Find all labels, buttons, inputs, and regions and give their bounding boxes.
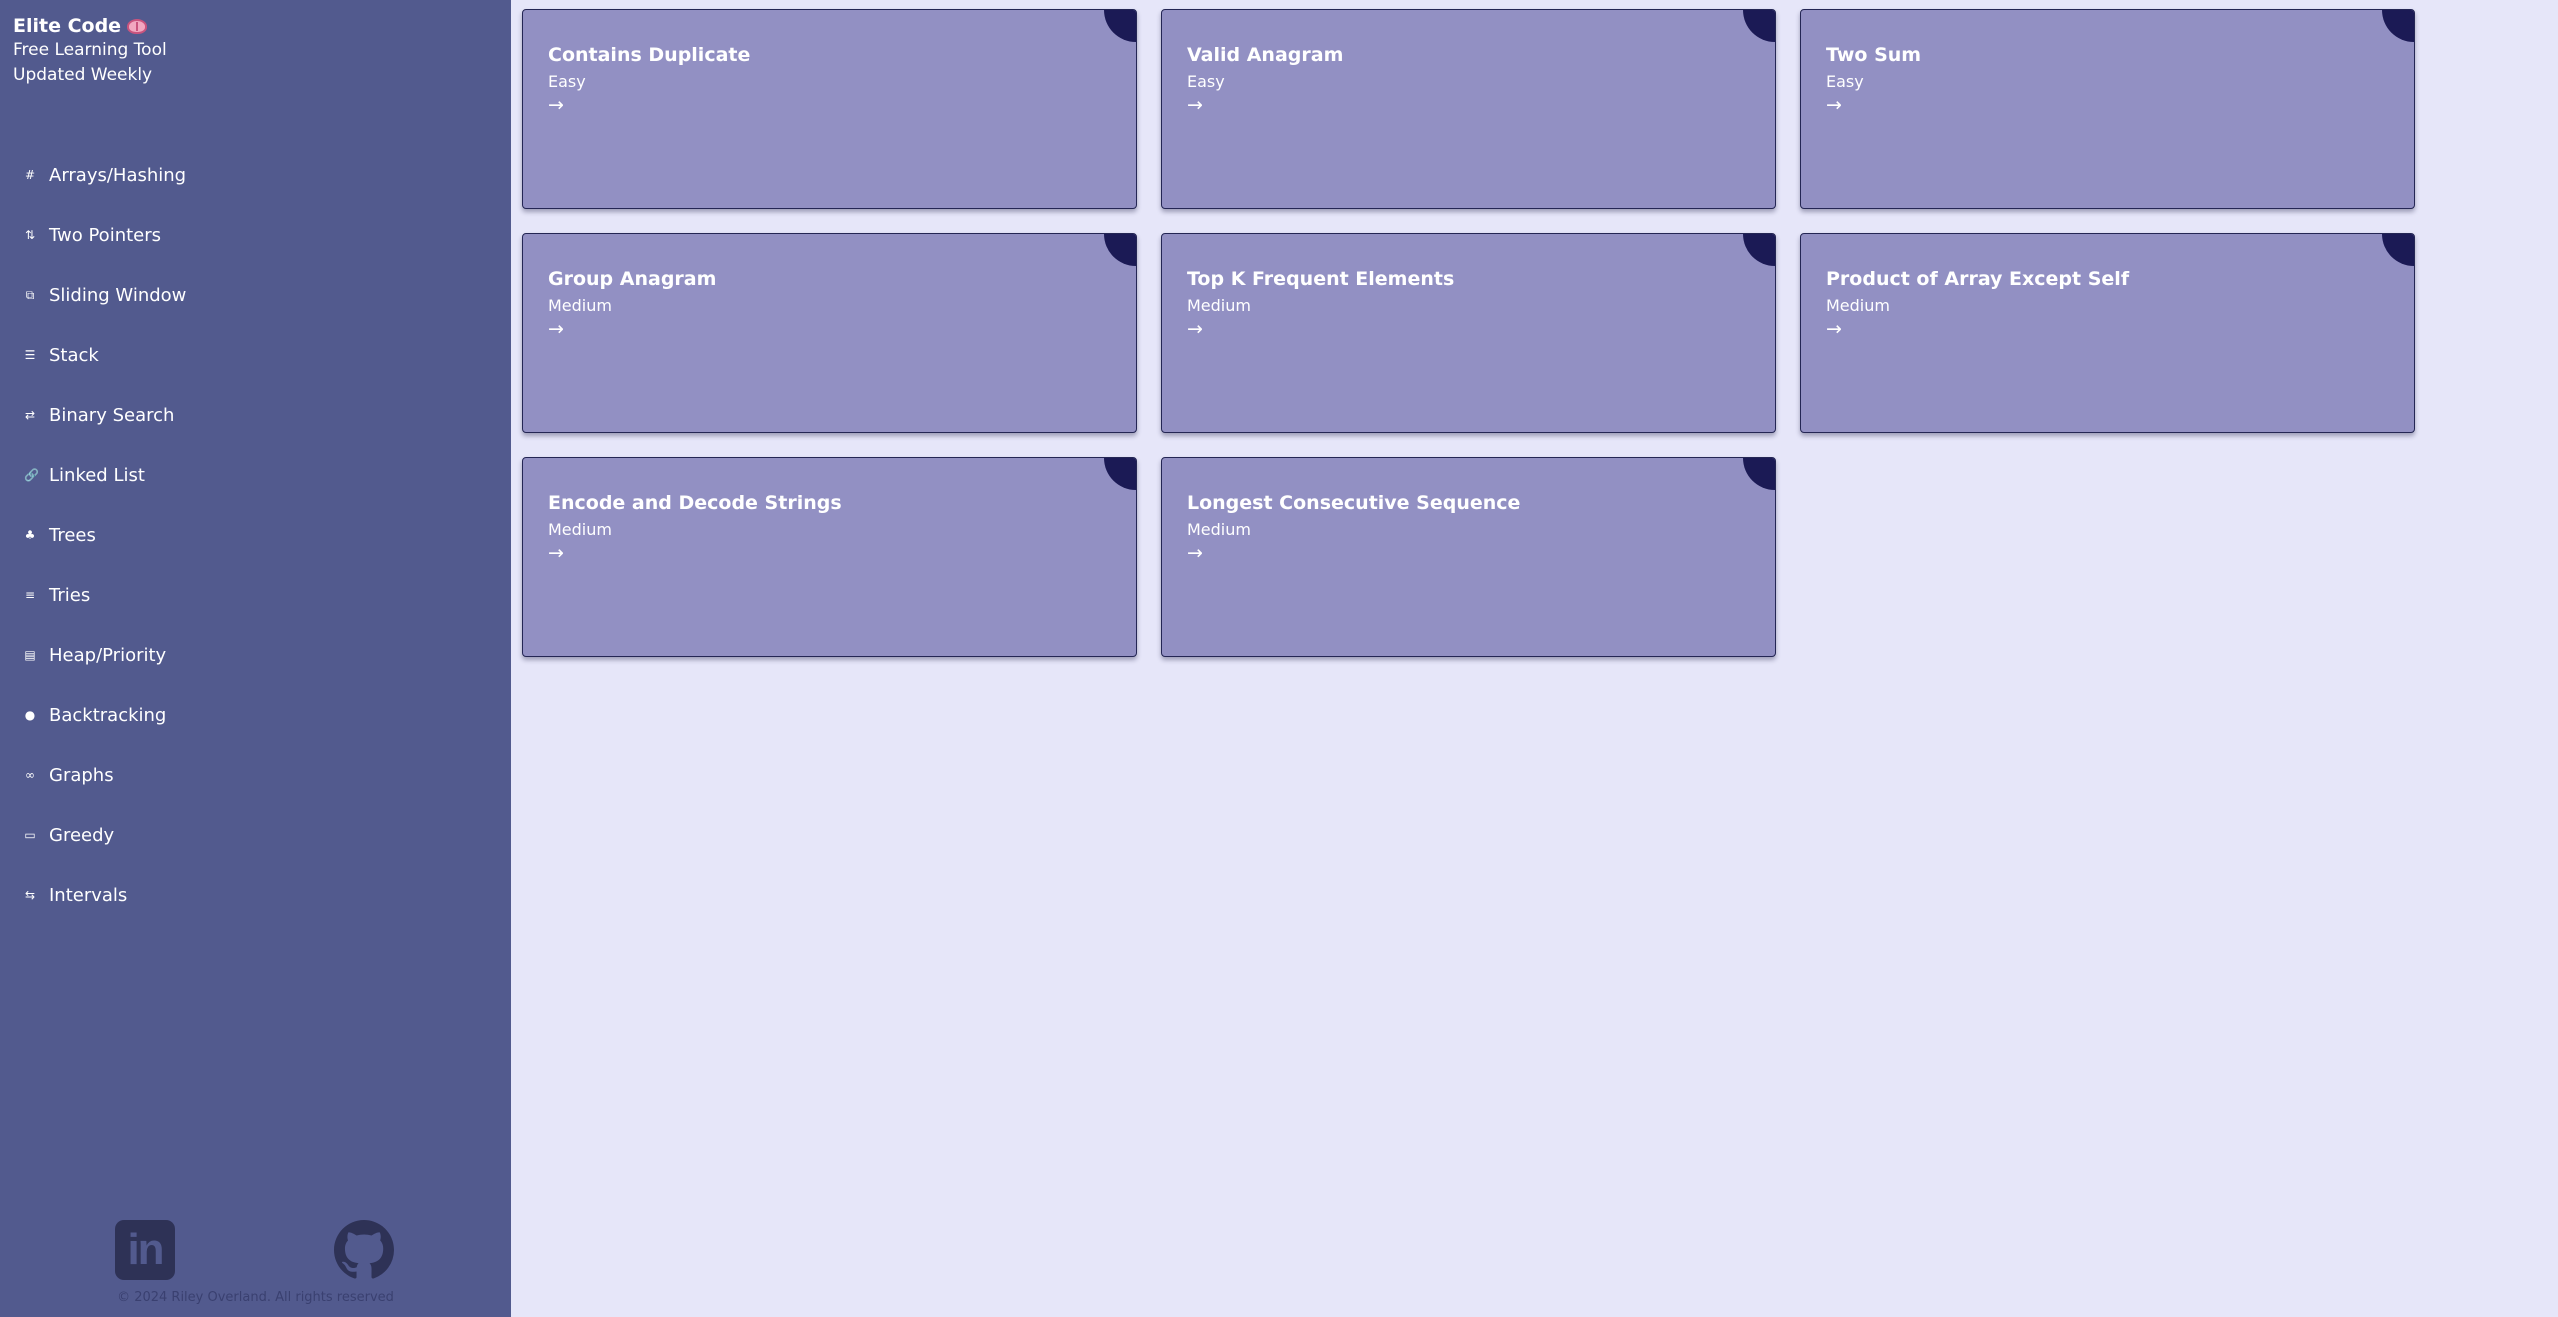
sidebar-item-label: Graphs xyxy=(49,764,114,786)
arrow-right-icon: → xyxy=(1187,94,1203,116)
sidebar-item-label: Heap/Priority xyxy=(49,644,167,666)
card-title: Group Anagram xyxy=(548,268,717,290)
sidebar-item-tries[interactable]: ≡ Tries xyxy=(0,565,511,625)
card-corner-accent xyxy=(2382,10,2414,42)
arrow-right-icon: → xyxy=(1826,94,1842,116)
problem-card[interactable]: Product of Array Except Self Medium → xyxy=(1800,233,2415,433)
hash-icon: # xyxy=(24,168,36,182)
layers-icon: ▤ xyxy=(24,648,36,662)
sidebar-item-label: Arrays/Hashing xyxy=(49,164,187,186)
sidebar-item-trees[interactable]: ♣ Trees xyxy=(0,505,511,565)
sidebar-item-heap-priority[interactable]: ▤ Heap/Priority xyxy=(0,625,511,685)
stack-icon: ☰ xyxy=(24,348,36,362)
app-title: Elite Code xyxy=(13,15,122,37)
github-icon[interactable] xyxy=(334,1220,394,1280)
card-title: Encode and Decode Strings xyxy=(548,492,842,514)
sidebar-item-two-pointers[interactable]: ⇅ Two Pointers xyxy=(0,205,511,265)
interval-icon: ⇆ xyxy=(24,888,36,902)
link-icon: 🔗 xyxy=(24,468,39,482)
card-corner-accent xyxy=(2382,234,2414,266)
card-difficulty: Easy xyxy=(1187,72,1225,91)
card-title: Top K Frequent Elements xyxy=(1187,268,1455,290)
tree-icon: ♣ xyxy=(24,528,36,542)
card-difficulty: Medium xyxy=(1826,296,1890,315)
circle-icon: ● xyxy=(24,708,36,722)
copyright-text: © 2024 Riley Overland. All rights reserv… xyxy=(117,1290,394,1305)
sidebar-item-label: Tries xyxy=(49,584,91,606)
card-corner-accent xyxy=(1743,234,1775,266)
card-difficulty: Medium xyxy=(1187,296,1251,315)
sidebar-nav: # Arrays/Hashing ⇅ Two Pointers ⧉ Slidin… xyxy=(0,145,511,925)
sidebar-item-intervals[interactable]: ⇆ Intervals xyxy=(0,865,511,925)
window-icon: ⧉ xyxy=(25,288,35,302)
arrow-right-icon: → xyxy=(548,542,564,564)
sidebar-item-label: Binary Search xyxy=(49,404,175,426)
sidebar-item-backtracking[interactable]: ● Backtracking xyxy=(0,685,511,745)
problem-card[interactable]: Longest Consecutive Sequence Medium → xyxy=(1161,457,1776,657)
sidebar-item-greedy[interactable]: ▭ Greedy xyxy=(0,805,511,865)
brand-title: Elite Code xyxy=(13,14,167,38)
sidebar-item-linked-list[interactable]: 🔗 Linked List xyxy=(0,445,511,505)
sidebar-item-label: Sliding Window xyxy=(49,284,187,306)
sidebar-item-stack[interactable]: ☰ Stack xyxy=(0,325,511,385)
linkedin-logo-text: in xyxy=(127,1225,164,1274)
card-title: Two Sum xyxy=(1826,44,1922,66)
card-difficulty: Medium xyxy=(548,520,612,539)
card-corner-accent xyxy=(1743,10,1775,42)
social-links: in xyxy=(0,1220,511,1280)
card-difficulty: Easy xyxy=(1826,72,1864,91)
card-corner-accent xyxy=(1104,234,1136,266)
card-difficulty: Medium xyxy=(548,296,612,315)
problem-card[interactable]: Encode and Decode Strings Medium → xyxy=(522,457,1137,657)
arrow-right-icon: → xyxy=(1826,318,1842,340)
brand: Elite Code Free Learning Tool Updated We… xyxy=(13,14,167,88)
brain-icon xyxy=(127,18,148,34)
problem-card[interactable]: Two Sum Easy → xyxy=(1800,9,2415,209)
exchange-icon: ⇄ xyxy=(24,408,36,422)
sidebar-item-sliding-window[interactable]: ⧉ Sliding Window xyxy=(0,265,511,325)
brand-tagline: Free Learning Tool xyxy=(13,40,167,60)
list-icon: ≡ xyxy=(24,588,36,602)
arrow-right-icon: → xyxy=(548,318,564,340)
arrow-right-icon: → xyxy=(548,94,564,116)
sidebar-item-label: Linked List xyxy=(49,464,145,486)
card-corner-accent xyxy=(1104,458,1136,490)
card-difficulty: Medium xyxy=(1187,520,1251,539)
card-corner-accent xyxy=(1104,10,1136,42)
sidebar-item-label: Intervals xyxy=(49,884,128,906)
card-difficulty: Easy xyxy=(548,72,586,91)
sidebar-item-label: Backtracking xyxy=(49,704,167,726)
sidebar-item-label: Two Pointers xyxy=(49,224,162,246)
card-title: Valid Anagram xyxy=(1187,44,1344,66)
problem-card[interactable]: Group Anagram Medium → xyxy=(522,233,1137,433)
sidebar-item-binary-search[interactable]: ⇄ Binary Search xyxy=(0,385,511,445)
sidebar: Elite Code Free Learning Tool Updated We… xyxy=(0,0,511,1317)
infinity-icon: ∞ xyxy=(25,768,35,782)
card-icon: ▭ xyxy=(24,828,36,842)
brand-update-note: Updated Weekly xyxy=(13,65,153,85)
problem-card[interactable]: Top K Frequent Elements Medium → xyxy=(1161,233,1776,433)
two-arrows-icon: ⇅ xyxy=(24,228,36,242)
arrow-right-icon: → xyxy=(1187,318,1203,340)
card-title: Longest Consecutive Sequence xyxy=(1187,492,1521,514)
card-corner-accent xyxy=(1743,458,1775,490)
problem-card[interactable]: Contains Duplicate Easy → xyxy=(522,9,1137,209)
sidebar-item-arrays-hashing[interactable]: # Arrays/Hashing xyxy=(0,145,511,205)
card-title: Contains Duplicate xyxy=(548,44,751,66)
sidebar-item-label: Greedy xyxy=(49,824,115,846)
sidebar-item-graphs[interactable]: ∞ Graphs xyxy=(0,745,511,805)
card-title: Product of Array Except Self xyxy=(1826,268,2130,290)
sidebar-item-label: Trees xyxy=(49,524,96,546)
problem-card[interactable]: Valid Anagram Easy → xyxy=(1161,9,1776,209)
sidebar-item-label: Stack xyxy=(49,344,99,366)
arrow-right-icon: → xyxy=(1187,542,1203,564)
linkedin-icon[interactable]: in xyxy=(115,1220,175,1280)
